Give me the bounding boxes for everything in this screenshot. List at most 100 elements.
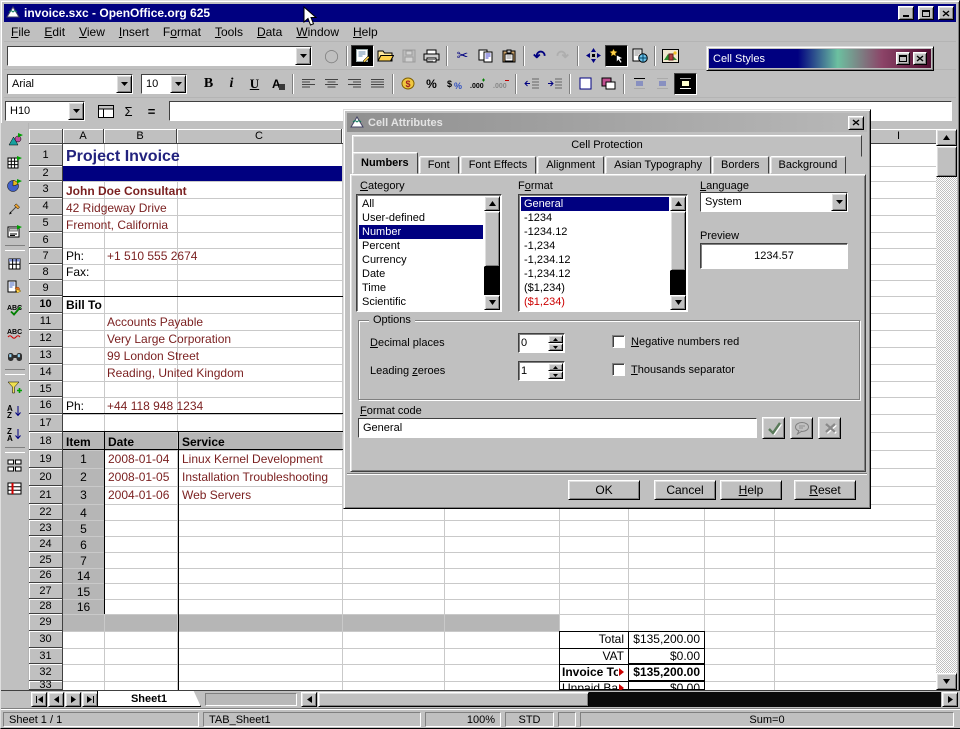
row-header-19[interactable]: 19	[29, 450, 63, 468]
navigator-icon[interactable]	[582, 45, 605, 67]
sheet-cell[interactable]: +44 118 948 1234	[106, 400, 276, 413]
row-header-18[interactable]: 18	[29, 432, 63, 450]
vertical-scrollbar[interactable]	[936, 129, 957, 690]
list-scrollbar[interactable]	[484, 196, 500, 310]
undo-icon[interactable]: ↶	[528, 45, 551, 67]
scroll-down-icon[interactable]	[484, 295, 500, 310]
row-header-3[interactable]: 3	[29, 181, 63, 198]
leading-zeroes-input[interactable]	[521, 363, 547, 379]
row-header-31[interactable]: 31	[29, 648, 63, 664]
format-item[interactable]: ($1,234)	[521, 281, 669, 295]
row-header-17[interactable]: 17	[29, 414, 63, 432]
hyperlink-icon[interactable]	[605, 45, 628, 67]
form-controls-icon[interactable]	[3, 220, 27, 243]
first-sheet-icon[interactable]	[31, 692, 47, 707]
row-header-23[interactable]: 23	[29, 520, 63, 536]
sheet-cell[interactable]: Fremont, California	[65, 218, 337, 232]
sheet-cell[interactable]: Unpaid Bal	[561, 682, 618, 690]
tab-font[interactable]: Font	[419, 156, 459, 174]
column-header-C[interactable]: C	[177, 129, 342, 144]
format-item[interactable]: -1234	[521, 211, 669, 225]
open-icon[interactable]	[374, 45, 397, 67]
next-sheet-icon[interactable]	[65, 692, 81, 707]
menu-data[interactable]: Data	[250, 23, 289, 41]
category-listbox[interactable]: AllUser-definedNumberPercentCurrencyDate…	[356, 194, 502, 312]
row-header-27[interactable]: 27	[29, 583, 63, 599]
delete-format-button[interactable]	[818, 417, 841, 439]
sheet-cell[interactable]: Invoice Tot	[561, 666, 618, 679]
close-icon[interactable]	[938, 6, 954, 20]
scroll-up-icon[interactable]	[484, 196, 500, 211]
sheet-cell[interactable]: Reading, United Kingdom	[106, 367, 316, 380]
format-item[interactable]: ($1,234)	[521, 295, 669, 309]
row-header-26[interactable]: 26	[29, 568, 63, 583]
sheet-cell[interactable]: 5	[63, 523, 104, 536]
row-header-10[interactable]: 10	[29, 296, 63, 313]
sheet-cell[interactable]: VAT	[561, 650, 625, 663]
row-header-2[interactable]: 2	[29, 166, 63, 181]
language-combobox[interactable]	[700, 192, 848, 212]
format-item[interactable]: -1234.12	[521, 225, 669, 239]
sheet-cell[interactable]: Ph:	[65, 250, 101, 263]
freeze-window-icon[interactable]	[3, 477, 27, 500]
category-item[interactable]: Date	[359, 267, 483, 281]
insert-cells-icon[interactable]	[3, 151, 27, 174]
select-all-corner[interactable]	[29, 129, 63, 144]
save-icon[interactable]	[397, 45, 420, 67]
negative-numbers-red-checkbox[interactable]	[612, 335, 625, 348]
reset-button[interactable]: Reset	[794, 480, 856, 500]
scrollbar-thumb[interactable]	[936, 146, 957, 177]
chevron-down-icon[interactable]	[295, 47, 311, 65]
language-input[interactable]	[701, 193, 831, 211]
redo-icon[interactable]: ↷	[551, 45, 574, 67]
autofilter-icon[interactable]	[3, 376, 27, 399]
sort-descending-icon[interactable]: ZA	[3, 422, 27, 445]
paste-icon[interactable]	[497, 45, 520, 67]
sheet-cell[interactable]: 4	[63, 507, 104, 520]
sheet-cell[interactable]: 2	[63, 471, 104, 484]
scrollbar-thumb[interactable]	[484, 211, 500, 267]
row-header-11[interactable]: 11	[29, 313, 63, 330]
insert-object-icon[interactable]	[3, 174, 27, 197]
chevron-down-icon[interactable]	[68, 102, 84, 120]
bold-icon[interactable]: B	[197, 73, 220, 95]
scroll-down-icon[interactable]	[670, 295, 686, 310]
row-header-21[interactable]: 21	[29, 486, 63, 504]
sheet-cell[interactable]: 99 London Street	[106, 350, 316, 363]
row-header-14[interactable]: 14	[29, 364, 63, 381]
copy-icon[interactable]	[474, 45, 497, 67]
scrollbar-track[interactable]	[484, 267, 500, 295]
choose-themes-icon[interactable]	[3, 275, 27, 298]
ok-button[interactable]: OK	[568, 480, 640, 500]
prev-sheet-icon[interactable]	[48, 692, 64, 707]
category-item[interactable]: Currency	[359, 253, 483, 267]
sheet-cell[interactable]: Bill To	[65, 299, 135, 312]
sheet-cell[interactable]: Item	[65, 435, 103, 449]
italic-icon[interactable]: i	[220, 73, 243, 95]
row-header-6[interactable]: 6	[29, 232, 63, 248]
sheet-cell[interactable]: Project Invoice	[65, 147, 337, 166]
sort-ascending-icon[interactable]: AZ	[3, 399, 27, 422]
decrease-indent-icon[interactable]	[520, 73, 543, 95]
maximize-icon[interactable]	[896, 52, 910, 65]
row-header-24[interactable]: 24	[29, 536, 63, 552]
font-name-combobox[interactable]	[7, 74, 133, 94]
sheet-cell[interactable]: 14	[63, 570, 104, 583]
hscrollbar-thumb[interactable]	[318, 692, 589, 707]
function-wizard-icon[interactable]	[94, 100, 117, 122]
tab-font-effects[interactable]: Font Effects	[460, 156, 537, 174]
sheet-cell[interactable]: Service	[181, 435, 339, 449]
row-header-16[interactable]: 16	[29, 397, 63, 414]
dialog-title-bar[interactable]: Cell Attributes	[347, 113, 867, 132]
scrollbar-track[interactable]	[936, 146, 957, 673]
format-code-field[interactable]	[358, 418, 757, 438]
category-item[interactable]: User-defined	[359, 211, 483, 225]
sheet-cell[interactable]: 15	[63, 586, 104, 599]
row-header-12[interactable]: 12	[29, 330, 63, 347]
cell-reference-input[interactable]	[6, 102, 68, 120]
row-header-9[interactable]: 9	[29, 280, 63, 296]
menu-file[interactable]: File	[4, 23, 37, 41]
format-code-input[interactable]	[359, 419, 756, 437]
split-window-icon[interactable]	[3, 454, 27, 477]
underline-icon[interactable]: U	[243, 73, 266, 95]
